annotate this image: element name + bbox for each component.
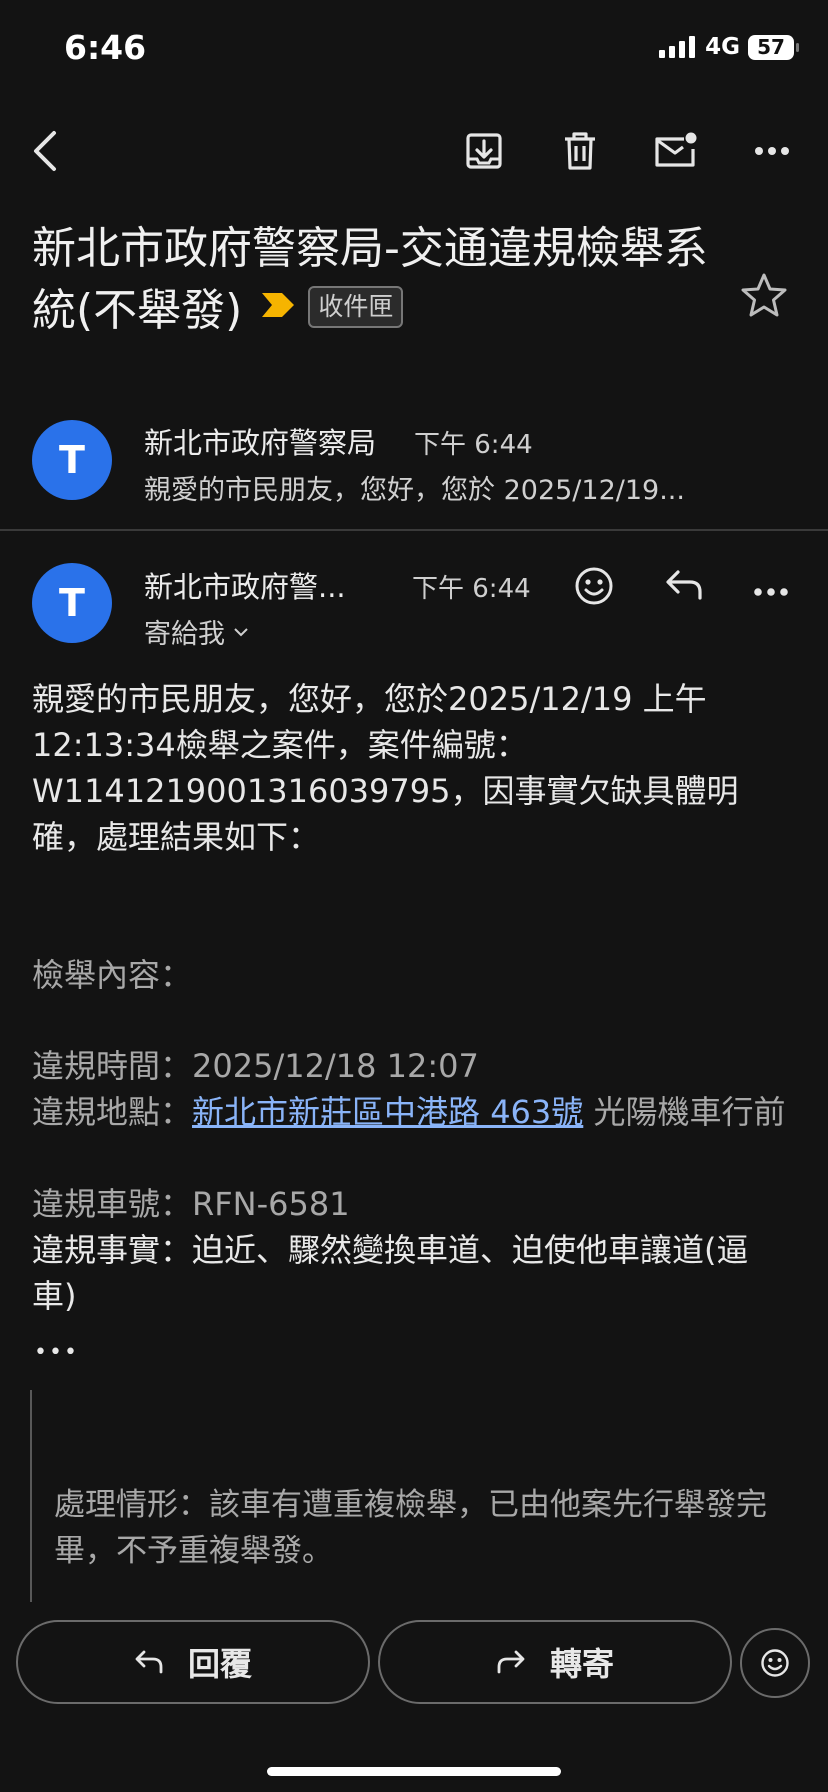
quoted-text: 處理情形：該車有遭重複檢舉，已由他案先行舉發完畢，不予重複舉發。 [54,1487,767,1569]
show-trimmed-button[interactable]: ••• [34,1330,79,1376]
chevron-left-icon [34,131,56,171]
recipient-toggle[interactable]: 寄給我 [144,612,249,651]
star-icon [741,273,787,317]
content-heading: 檢舉內容： [32,956,193,994]
quote-bar [30,1390,32,1602]
email-subject: 新北市政府警察局-交通違規檢舉系統(不舉發) 收件匣 [32,218,722,344]
mark-unread-icon [655,132,697,167]
reply-header-button[interactable] [664,568,704,606]
fact-row: 違規事實：迫近、驟然變換車道、迫使他車讓道(逼車) [32,1227,792,1319]
violation-location-row: 違規地點：新北市新莊區中港路 463號 光陽機車行前 [32,1089,792,1135]
more-horizontal-icon [754,588,788,596]
emoji-react-button[interactable] [740,1628,810,1698]
network-type: 4G [705,34,740,60]
archive-button[interactable] [461,128,507,174]
important-marker-icon[interactable] [260,274,296,336]
back-button[interactable] [22,128,68,174]
more-horizontal-icon [755,147,789,155]
violation-time-label: 違規時間： [32,1047,193,1085]
signal-icon [659,36,696,58]
message-intro: 親愛的市民朋友，您好，您於2025/12/19 上午12:13:34檢舉之案件，… [32,680,739,856]
plate-label: 違規車號： [32,1185,193,1223]
recipient-label: 寄給我 [144,619,225,650]
plate-value: RFN-6581 [192,1185,350,1223]
delete-button[interactable] [557,128,603,174]
reply-icon [135,1650,163,1674]
reply-label: 回覆 [187,1645,252,1683]
battery-indicator: 57 [748,34,799,60]
reply-icon [666,570,702,600]
fact-label: 違規事實： [32,1231,193,1269]
archive-icon [466,133,502,169]
violation-location-label: 違規地點： [32,1093,193,1131]
thread-time: 下午 6:44 [414,430,533,460]
smiley-icon [575,567,613,605]
star-button[interactable] [740,272,788,322]
smiley-icon [761,1649,789,1677]
forward-button[interactable]: 轉寄 [378,1620,732,1704]
avatar: T [32,420,112,500]
react-button[interactable] [574,566,614,610]
message-more-button[interactable] [754,582,788,601]
message-sender: 新北市政府警... [144,570,346,604]
violation-location-rest: 光陽機車行前 [583,1093,786,1131]
thread-item[interactable]: T 新北市政府警察局 下午 6:44 親愛的市民朋友，您好，您於 2025/12… [0,400,828,528]
message-time: 下午 6:44 [412,574,531,604]
status-time: 6:46 [64,28,147,67]
plate-row: 違規車號：RFN-6581 [32,1181,792,1227]
forward-label: 轉寄 [549,1645,614,1683]
divider [0,529,828,531]
inbox-label[interactable]: 收件匣 [308,286,404,328]
more-options-button[interactable] [749,128,795,174]
location-link[interactable]: 新北市新莊區中港路 463號 [192,1093,583,1131]
chevron-down-icon [234,627,248,636]
avatar: T [32,563,112,643]
mark-unread-button[interactable] [653,128,699,174]
status-indicators: 4G 57 [659,34,799,60]
violation-time-value: 2025/12/18 12:07 [192,1047,479,1085]
forward-icon [497,1650,525,1674]
reply-button[interactable]: 回覆 [16,1620,370,1704]
violation-time-row: 違規時間：2025/12/18 12:07 [32,1043,792,1089]
thread-sender: 新北市政府警察局 [144,426,377,460]
trash-icon [565,132,595,170]
thread-snippet: 親愛的市民朋友，您好，您於 2025/12/19... [144,475,685,506]
home-indicator[interactable] [267,1767,561,1776]
